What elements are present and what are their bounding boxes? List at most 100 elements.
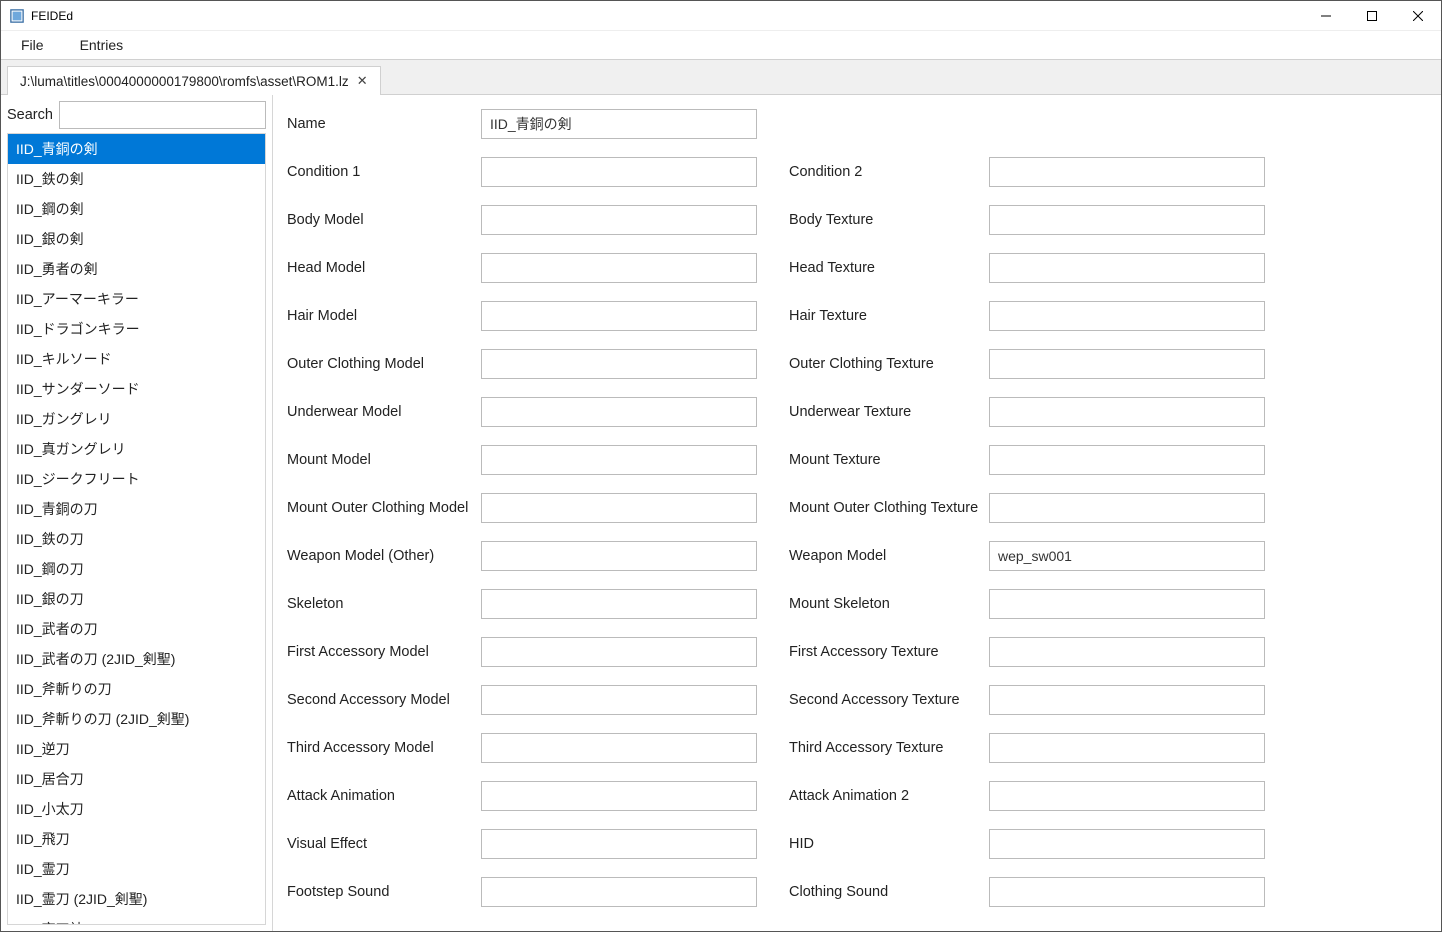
field-input[interactable] <box>989 445 1265 475</box>
field-label: First Accessory Texture <box>789 644 989 660</box>
field-input[interactable] <box>481 253 757 283</box>
field-input[interactable] <box>989 205 1265 235</box>
field-input[interactable] <box>989 541 1265 571</box>
field-input[interactable] <box>989 493 1265 523</box>
list-item[interactable]: IID_逆刀 <box>8 734 265 764</box>
list-item[interactable]: IID_アーマーキラー <box>8 284 265 314</box>
search-input[interactable] <box>59 101 266 129</box>
field-pair: Mount Model <box>287 445 789 475</box>
list-item[interactable]: IID_青銅の刀 <box>8 494 265 524</box>
field-input[interactable] <box>481 829 757 859</box>
list-item[interactable]: IID_斧斬りの刀 <box>8 674 265 704</box>
field-input[interactable] <box>481 301 757 331</box>
list-item[interactable]: IID_居合刀 <box>8 764 265 794</box>
field-input[interactable] <box>481 109 757 139</box>
field-label: Visual Effect <box>287 836 481 852</box>
field-input[interactable] <box>481 349 757 379</box>
field-label: Condition 1 <box>287 164 481 180</box>
maximize-button[interactable] <box>1349 1 1395 30</box>
list-item[interactable]: IID_鋼の刀 <box>8 554 265 584</box>
list-item[interactable]: IID_青銅の剣 <box>8 134 265 164</box>
list-item[interactable]: IID_ドラゴンキラー <box>8 314 265 344</box>
field-pair: Weapon Model (Other) <box>287 541 789 571</box>
form-row: First Accessory ModelFirst Accessory Tex… <box>287 637 1423 667</box>
field-pair: Attack Animation 2 <box>789 781 1269 811</box>
form-row: Attack AnimationAttack Animation 2 <box>287 781 1423 811</box>
field-input[interactable] <box>481 685 757 715</box>
search-label: Search <box>7 107 53 123</box>
field-pair: Body Texture <box>789 205 1269 235</box>
form-row: Condition 1Condition 2 <box>287 157 1423 187</box>
field-input[interactable] <box>989 301 1265 331</box>
list-item[interactable]: IID_斧斬りの刀 (2JID_剣聖) <box>8 704 265 734</box>
field-input[interactable] <box>989 685 1265 715</box>
field-input[interactable] <box>989 877 1265 907</box>
form-row: Weapon Model (Other)Weapon Model <box>287 541 1423 571</box>
field-input[interactable] <box>989 637 1265 667</box>
field-input[interactable] <box>481 397 757 427</box>
form-row: Visual EffectHID <box>287 829 1423 859</box>
field-input[interactable] <box>481 637 757 667</box>
field-pair: Head Texture <box>789 253 1269 283</box>
list-item[interactable]: IID_鋼の剣 <box>8 194 265 224</box>
field-input[interactable] <box>481 493 757 523</box>
field-input[interactable] <box>989 397 1265 427</box>
field-pair: First Accessory Model <box>287 637 789 667</box>
list-item[interactable]: IID_勇者の剣 <box>8 254 265 284</box>
field-pair: Underwear Texture <box>789 397 1269 427</box>
list-item[interactable]: IID_武者の刀 (2JID_剣聖) <box>8 644 265 674</box>
field-pair: Head Model <box>287 253 789 283</box>
field-pair: Underwear Model <box>287 397 789 427</box>
form-row: Underwear ModelUnderwear Texture <box>287 397 1423 427</box>
field-input[interactable] <box>989 253 1265 283</box>
list-item[interactable]: IID_ガングレリ <box>8 404 265 434</box>
list-item[interactable]: IID_サンダーソード <box>8 374 265 404</box>
list-item[interactable]: IID_鉄の刀 <box>8 524 265 554</box>
entry-list[interactable]: IID_青銅の剣IID_鉄の剣IID_鋼の剣IID_銀の剣IID_勇者の剣IID… <box>7 133 266 925</box>
list-item[interactable]: IID_霊刀 (2JID_剣聖) <box>8 884 265 914</box>
list-item[interactable]: IID_武者の刀 <box>8 614 265 644</box>
form-row: Head ModelHead Texture <box>287 253 1423 283</box>
field-input[interactable] <box>989 589 1265 619</box>
field-label: Weapon Model <box>789 548 989 564</box>
field-input[interactable] <box>481 541 757 571</box>
field-pair: Mount Outer Clothing Texture <box>789 493 1269 523</box>
list-item[interactable]: IID_夜刀神 <box>8 914 265 925</box>
field-input[interactable] <box>989 781 1265 811</box>
field-input[interactable] <box>481 781 757 811</box>
list-item[interactable]: IID_飛刀 <box>8 824 265 854</box>
minimize-button[interactable] <box>1303 1 1349 30</box>
field-input[interactable] <box>989 733 1265 763</box>
list-item[interactable]: IID_銀の刀 <box>8 584 265 614</box>
list-item[interactable]: IID_鉄の剣 <box>8 164 265 194</box>
list-item[interactable]: IID_真ガングレリ <box>8 434 265 464</box>
close-button[interactable] <box>1395 1 1441 30</box>
field-input[interactable] <box>989 829 1265 859</box>
list-item[interactable]: IID_小太刀 <box>8 794 265 824</box>
field-input[interactable] <box>989 349 1265 379</box>
field-input[interactable] <box>481 205 757 235</box>
field-input[interactable] <box>481 877 757 907</box>
form-row: Hair ModelHair Texture <box>287 301 1423 331</box>
field-pair: Footstep Sound <box>287 877 789 907</box>
field-label: Mount Texture <box>789 452 989 468</box>
field-input[interactable] <box>481 589 757 619</box>
list-item[interactable]: IID_キルソード <box>8 344 265 374</box>
menu-entries[interactable]: Entries <box>76 35 128 55</box>
field-label: Clothing Sound <box>789 884 989 900</box>
form-row: Outer Clothing ModelOuter Clothing Textu… <box>287 349 1423 379</box>
field-label: Footstep Sound <box>287 884 481 900</box>
form-row: Body ModelBody Texture <box>287 205 1423 235</box>
field-input[interactable] <box>481 733 757 763</box>
field-input[interactable] <box>481 445 757 475</box>
tab-rom1[interactable]: J:\luma\titles\0004000000179800\romfs\as… <box>7 66 381 95</box>
menu-file[interactable]: File <box>17 35 48 55</box>
list-item[interactable]: IID_銀の剣 <box>8 224 265 254</box>
field-pair: Hair Model <box>287 301 789 331</box>
field-pair: Skeleton <box>287 589 789 619</box>
field-input[interactable] <box>989 157 1265 187</box>
tab-close-icon[interactable]: ✕ <box>357 73 368 89</box>
list-item[interactable]: IID_ジークフリート <box>8 464 265 494</box>
field-input[interactable] <box>481 157 757 187</box>
list-item[interactable]: IID_霊刀 <box>8 854 265 884</box>
